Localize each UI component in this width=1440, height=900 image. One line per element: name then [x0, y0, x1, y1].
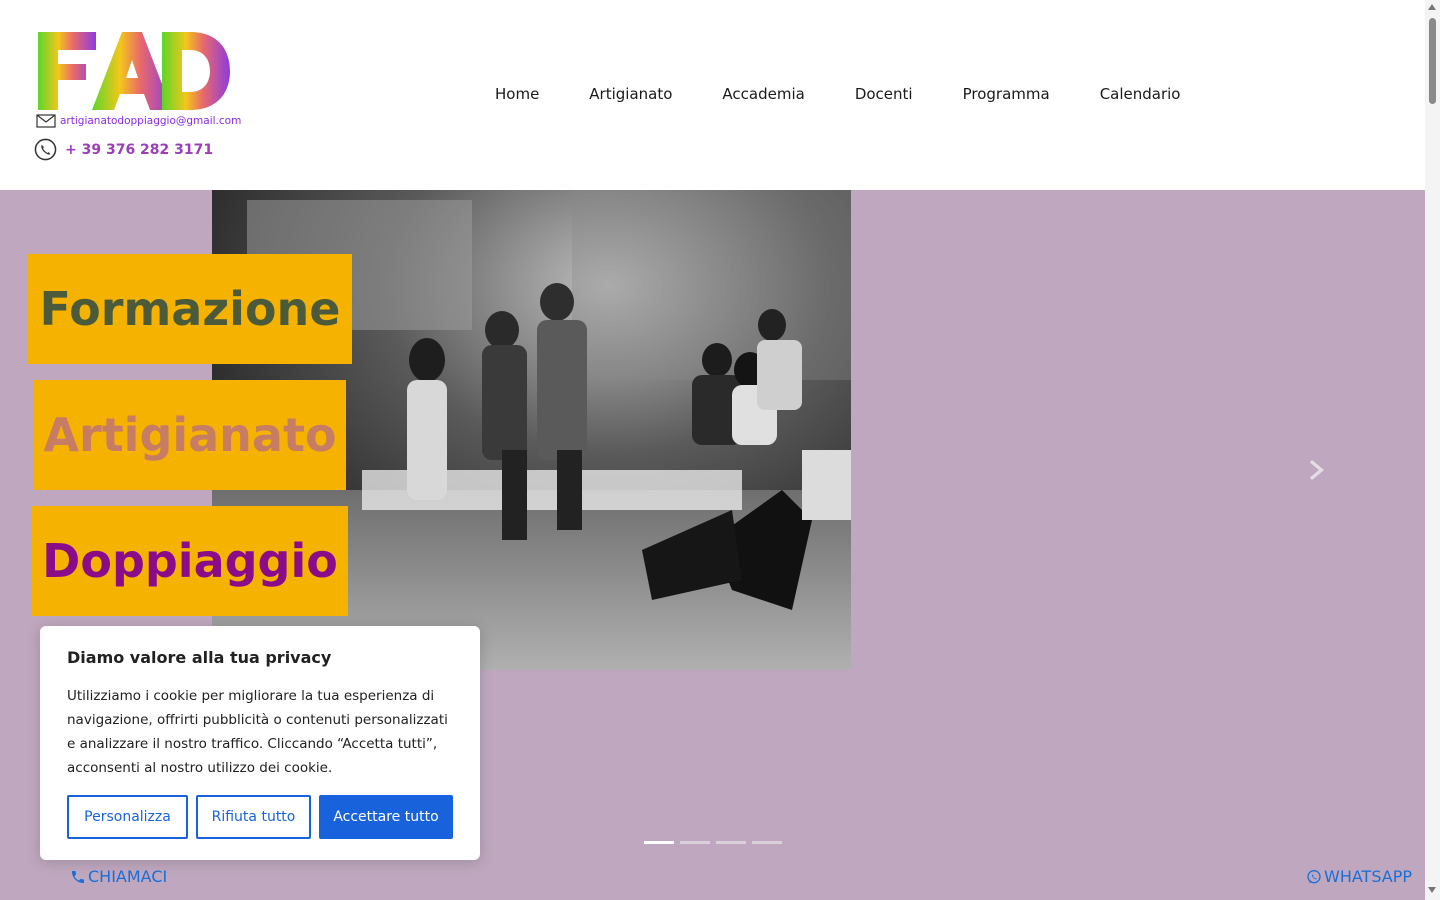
- whatsapp-button[interactable]: WHATSAPP: [1306, 867, 1412, 886]
- envelope-icon: [36, 114, 56, 128]
- logo-phone: + 39 376 282 3171: [34, 138, 213, 161]
- site-header: artigianatodoppiaggio@gmail.com + 39 376…: [0, 0, 1425, 190]
- slider-dot[interactable]: [752, 841, 782, 844]
- nav-item-programma[interactable]: Programma: [963, 84, 1050, 104]
- main-nav: Home Artigianato Accademia Docenti Progr…: [495, 84, 1230, 104]
- whatsapp-icon: [1307, 869, 1321, 883]
- phone-circle-icon: [34, 138, 57, 161]
- whatsapp-label: WHATSAPP: [1324, 867, 1413, 886]
- phone-icon: [72, 870, 84, 883]
- cookie-title: Diamo valore alla tua privacy: [67, 648, 332, 667]
- slider-pagination: [644, 841, 782, 844]
- scroll-up-arrow-icon[interactable]: [1428, 4, 1436, 10]
- logo-phone-text: + 39 376 282 3171: [65, 141, 214, 158]
- customize-button[interactable]: Personalizza: [67, 795, 188, 839]
- hero-label-formazione: Formazione: [28, 254, 352, 364]
- scrollbar-thumb[interactable]: [1429, 18, 1436, 104]
- hero-label-artigianato: Artigianato: [34, 380, 346, 490]
- scroll-down-arrow-icon[interactable]: [1428, 887, 1436, 893]
- slider-dot[interactable]: [716, 841, 746, 844]
- cookie-description: Utilizziamo i cookie per migliorare la t…: [67, 688, 448, 776]
- logo-email-text: artigianatodoppiaggio@gmail.com: [60, 115, 242, 127]
- accept-all-button[interactable]: Accettare tutto: [319, 795, 453, 839]
- cookie-consent-banner: Diamo valore alla tua privacy Utilizziam…: [40, 626, 480, 860]
- nav-item-accademia[interactable]: Accademia: [722, 84, 804, 104]
- chevron-right-icon[interactable]: [1308, 458, 1328, 482]
- nav-item-docenti[interactable]: Docenti: [855, 84, 913, 104]
- call-button[interactable]: CHIAMACI: [70, 867, 167, 886]
- nav-item-artigianato[interactable]: Artigianato: [589, 84, 672, 104]
- nav-item-home[interactable]: Home: [495, 84, 539, 104]
- page-scrollbar[interactable]: [1425, 0, 1440, 900]
- logo-mark: [38, 32, 230, 110]
- slider-dot[interactable]: [644, 841, 674, 844]
- reject-all-button[interactable]: Rifiuta tutto: [196, 795, 311, 839]
- hero-label-doppiaggio: Doppiaggio: [32, 506, 348, 616]
- nav-item-calendario[interactable]: Calendario: [1100, 84, 1181, 104]
- logo-email: artigianatodoppiaggio@gmail.com: [36, 114, 241, 128]
- cookie-actions: Personalizza Rifiuta tutto Accettare tut…: [67, 795, 453, 839]
- call-label: CHIAMACI: [88, 867, 168, 886]
- slider-dot[interactable]: [680, 841, 710, 844]
- site-logo[interactable]: artigianatodoppiaggio@gmail.com + 39 376…: [34, 28, 244, 168]
